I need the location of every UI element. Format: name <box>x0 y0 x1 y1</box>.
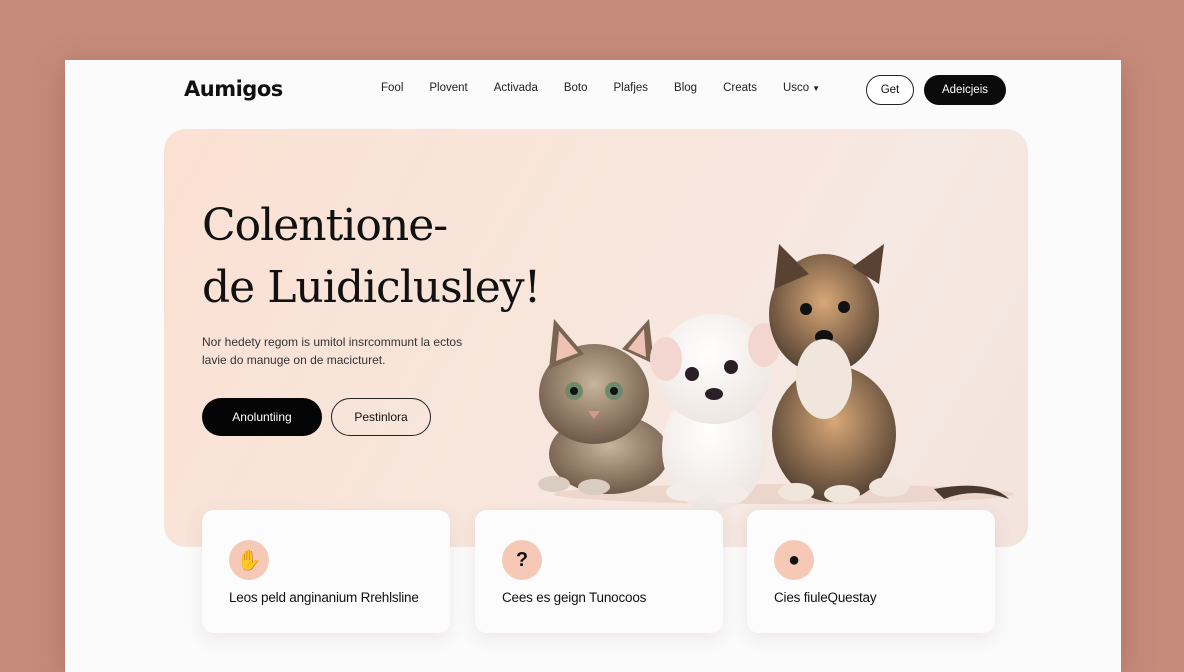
feature-card-title: Cees es geign Tunocoos <box>502 590 647 605</box>
feature-card-3[interactable]: ● Cies fiuleQuestay <box>747 510 995 633</box>
hand-icon: ✋ <box>229 540 269 580</box>
get-button[interactable]: Get <box>866 75 914 105</box>
hero-subtext-line1: Nor hedety regom is umitol insrcommunt l… <box>202 335 463 349</box>
hero-subtext-line2: lavie do manuge on de macicturet. <box>202 353 386 367</box>
person-icon: ● <box>774 540 814 580</box>
page-frame: Aumigos Fool Plovent Activada Boto Plafj… <box>65 60 1121 672</box>
site-logo[interactable]: Aumigos <box>184 77 283 101</box>
feature-card-1[interactable]: ✋ Leos peld anginanium Rrehlsline <box>202 510 450 633</box>
hero-subtext: Nor hedety regom is umitol insrcommunt l… <box>202 333 502 369</box>
nav-dropdown-label: Usco <box>782 82 810 94</box>
pets-photo <box>538 244 1014 511</box>
hero-headline-line1: Colentione- <box>202 200 448 251</box>
feature-card-title: Leos peld anginanium Rrehlsline <box>229 590 419 605</box>
hero-secondary-button[interactable]: Pestinlora <box>331 398 431 436</box>
nav-link-fool[interactable]: Fool <box>381 82 403 94</box>
chevron-down-icon: ▼ <box>812 83 821 93</box>
kitten-figure <box>538 319 669 495</box>
puppy-white-figure <box>650 314 780 511</box>
puppy-brown-figure <box>769 244 1009 503</box>
nav-link-creats[interactable]: Creats <box>723 82 757 94</box>
nav-link-activada[interactable]: Activada <box>494 82 538 94</box>
hero-banner: Colentione- de Luidiclusley! Nor hedety … <box>164 129 1028 547</box>
hero-primary-button[interactable]: Anoluntiing <box>202 398 322 436</box>
nav-link-boto[interactable]: Boto <box>564 82 588 94</box>
feature-card-title: Cies fiuleQuestay <box>774 590 877 605</box>
question-icon: ? <box>502 540 542 580</box>
nav-links: Fool Plovent Activada Boto Plafjes Blog … <box>381 82 846 94</box>
adopt-button[interactable]: Adeicjeis <box>924 75 1006 105</box>
feature-card-2[interactable]: ? Cees es geign Tunocoos <box>475 510 723 633</box>
nav-link-blog[interactable]: Blog <box>674 82 697 94</box>
hero-headline-line2: de Luidiclusley! <box>202 262 541 313</box>
nav-link-plovent[interactable]: Plovent <box>429 82 467 94</box>
nav-dropdown-usco[interactable]: Usco ▼ <box>783 82 820 94</box>
top-nav: Aumigos Fool Plovent Activada Boto Plafj… <box>65 60 1121 120</box>
nav-link-plafjes[interactable]: Plafjes <box>614 82 649 94</box>
hero-headline: Colentione- de Luidiclusley! <box>202 195 542 319</box>
